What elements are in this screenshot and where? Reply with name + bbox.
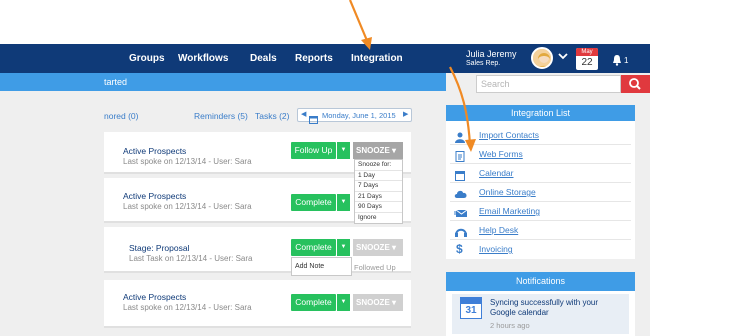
snooze-label: SNOOZE [356, 298, 390, 307]
integration-item-email-marketing[interactable]: Email Marketing [446, 202, 635, 221]
snooze-button[interactable]: SNOOZE ▾ [353, 294, 403, 311]
action-dropdown-caret-icon[interactable]: ▼ [336, 142, 350, 159]
person-icon [454, 130, 466, 143]
calendar-day: 22 [581, 57, 593, 68]
nav-groups[interactable]: Groups [129, 53, 165, 64]
snooze-label: SNOOZE [356, 243, 390, 252]
search-button[interactable] [621, 75, 650, 93]
integration-item-label: Web Forms [479, 149, 523, 159]
search-placeholder: Search [481, 79, 510, 89]
task-subtitle: Last spoke on 12/13/14 - User: Sara [123, 157, 252, 166]
integration-panel-title: Integration List [446, 105, 635, 121]
complete-button[interactable]: Complete [291, 294, 336, 311]
date-picker[interactable]: ◀ Monday, June 1, 2015 ▶ [297, 108, 412, 124]
filter-reminders[interactable]: Reminders (5) [194, 111, 248, 121]
user-menu-chevron-icon[interactable] [558, 52, 568, 63]
action-dropdown-caret-icon[interactable]: ▼ [336, 239, 350, 256]
getting-started-bar[interactable]: tarted [0, 73, 446, 91]
complete-button[interactable]: Complete [291, 194, 336, 211]
app-window: Groups Workflows Deals Reports Integrati… [0, 44, 650, 336]
google-calendar-icon: 31 [460, 297, 482, 319]
task-row[interactable]: Stage: Proposal Last Task on 12/13/14 - … [104, 227, 411, 273]
action-dropdown-caret-icon[interactable]: ▼ [336, 294, 350, 311]
integration-item-online-storage[interactable]: Online Storage [446, 183, 635, 202]
nav-integration[interactable]: Integration [351, 53, 403, 64]
google-calendar-day: 31 [465, 305, 477, 316]
date-label: Monday, June 1, 2015 [322, 111, 396, 120]
task-subtitle: Last spoke on 12/13/14 - User: Sara [123, 303, 252, 312]
search-icon [629, 78, 641, 90]
task-title[interactable]: Stage: Proposal [129, 243, 189, 253]
bell-icon[interactable] [611, 53, 623, 71]
snooze-option[interactable]: Ignore [355, 213, 402, 224]
user-role: Sales Rep. [466, 60, 501, 67]
integration-item-label: Invoicing [479, 244, 513, 254]
headset-icon [454, 225, 467, 237]
integration-item-label: Help Desk [479, 225, 519, 235]
follow-up-button[interactable]: Follow Up [291, 142, 336, 159]
followed-up-status: Followed Up [354, 263, 396, 272]
top-nav: Groups Workflows Deals Reports Integrati… [0, 44, 650, 73]
integration-item-help-desk[interactable]: Help Desk [446, 221, 635, 240]
calendar-month: May [576, 48, 598, 56]
notification-item[interactable]: 31 Syncing successfully with your Google… [452, 294, 629, 334]
snooze-menu: Snooze for: 1 Day 7 Days 21 Days 90 Days… [354, 159, 403, 224]
integration-item-import-contacts[interactable]: Import Contacts [446, 126, 635, 145]
complete-menu: Add Note [291, 257, 352, 276]
snooze-option[interactable]: 1 Day [355, 171, 402, 181]
snooze-option[interactable]: 21 Days [355, 192, 402, 202]
integration-item-calendar[interactable]: Calendar [446, 164, 635, 183]
integration-item-web-forms[interactable]: Web Forms [446, 145, 635, 164]
avatar[interactable] [531, 47, 553, 69]
notification-count: 1 [624, 56, 629, 65]
snooze-option[interactable]: 7 Days [355, 181, 402, 192]
calendar-icon[interactable]: May 22 [576, 48, 598, 70]
integration-item-label: Import Contacts [479, 130, 539, 140]
notification-text: Syncing successfully with your Google ca… [490, 298, 599, 317]
action-dropdown-caret-icon[interactable]: ▼ [336, 194, 350, 211]
integration-item-label: Email Marketing [479, 206, 540, 216]
prev-day-arrow-icon[interactable]: ◀ [301, 110, 306, 118]
filter-ignored[interactable]: nored (0) [104, 111, 139, 121]
form-icon [454, 149, 466, 162]
getting-started-label: tarted [104, 77, 128, 87]
task-subtitle: Last Task on 12/13/14 - User: Sara [129, 254, 253, 263]
task-row[interactable]: Active Prospects Last spoke on 12/13/14 … [104, 280, 411, 328]
filter-tasks[interactable]: Tasks (2) [255, 111, 289, 121]
integration-item-label: Online Storage [479, 187, 536, 197]
integration-item-invoicing[interactable]: $ Invoicing [446, 240, 635, 259]
integration-item-label: Calendar [479, 168, 514, 178]
add-note-option[interactable]: Add Note [292, 258, 351, 275]
snooze-label: SNOOZE [356, 146, 390, 155]
nav-reports[interactable]: Reports [295, 53, 333, 64]
nav-workflows[interactable]: Workflows [178, 53, 228, 64]
notification-time: 2 hours ago [490, 321, 530, 330]
task-title[interactable]: Active Prospects [123, 146, 186, 156]
notifications-panel-title: Notifications [446, 272, 635, 291]
task-subtitle: Last spoke on 12/13/14 - User: Sara [123, 202, 252, 211]
snooze-option[interactable]: 90 Days [355, 202, 402, 213]
calendar-icon [454, 168, 466, 181]
dollar-icon: $ [456, 242, 463, 256]
search-input[interactable]: Search [476, 75, 621, 93]
task-title[interactable]: Active Prospects [123, 191, 186, 201]
user-name[interactable]: Julia Jeremy [466, 49, 517, 59]
next-day-arrow-icon[interactable]: ▶ [403, 110, 408, 118]
snooze-button[interactable]: SNOOZE ▾ [353, 239, 403, 256]
task-title[interactable]: Active Prospects [123, 292, 186, 302]
screenshot-stage: Groups Workflows Deals Reports Integrati… [0, 0, 742, 336]
avatar-image [533, 49, 551, 67]
notifications-panel: Notifications 31 Syncing successfully wi… [446, 272, 635, 336]
snooze-button[interactable]: SNOOZE ▾ [353, 142, 403, 159]
snooze-menu-header: Snooze for: [355, 160, 402, 171]
cloud-icon [454, 187, 467, 198]
nav-deals[interactable]: Deals [250, 53, 277, 64]
integration-panel: Integration List Import Contacts Web For… [446, 105, 635, 259]
calendar-small-icon [309, 111, 318, 129]
arrow-to-integration [348, 0, 372, 50]
envelope-icon [454, 206, 468, 217]
complete-button[interactable]: Complete [291, 239, 336, 256]
